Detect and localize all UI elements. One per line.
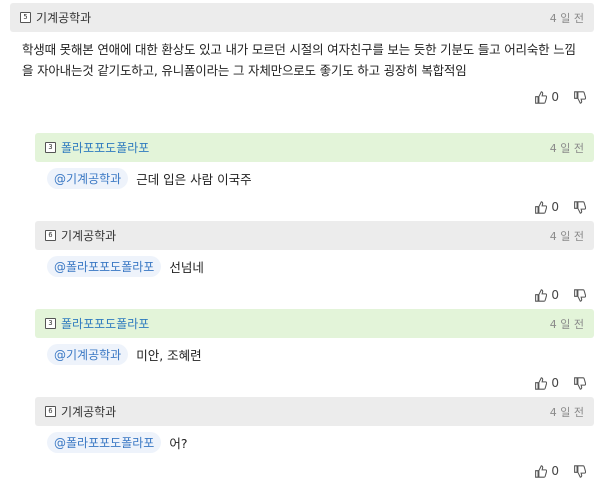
comment-actions: 0 bbox=[35, 461, 594, 481]
comment-actions: 0 bbox=[35, 373, 594, 393]
comment-header: 6 기계공학과 4 일 전 bbox=[35, 221, 594, 250]
author-name: 폴라포포도폴라포 bbox=[61, 141, 150, 155]
reply-text: 미안, 조혜련 bbox=[136, 348, 202, 363]
thumbs-up-icon bbox=[535, 376, 548, 390]
comment-time: 4 일 전 bbox=[549, 11, 584, 25]
thumbs-down-icon bbox=[574, 200, 586, 214]
dislike-button[interactable] bbox=[573, 464, 586, 478]
dislike-button[interactable] bbox=[573, 288, 586, 302]
level-badge-icon: 6 bbox=[45, 406, 56, 417]
thumbs-down-icon bbox=[574, 376, 586, 390]
comment-body: @기계공학과 미안, 조혜련 bbox=[35, 338, 594, 365]
comment-author[interactable]: 5 기계공학과 bbox=[20, 9, 91, 26]
root-comment: 5 기계공학과 4 일 전 학생때 못해본 연애에 대한 환상도 있고 내가 모… bbox=[10, 3, 594, 107]
comment-body: @기계공학과 근데 입은 사람 이국주 bbox=[35, 162, 594, 189]
comment-header: 3 폴라포포도폴라포 4 일 전 bbox=[35, 133, 594, 162]
level-badge-icon: 3 bbox=[45, 318, 56, 329]
like-count: 0 bbox=[551, 376, 559, 390]
thumbs-up-icon bbox=[535, 288, 548, 302]
comment-author[interactable]: 6 기계공학과 bbox=[45, 227, 116, 244]
comment-author[interactable]: 3 폴라포포도폴라포 bbox=[45, 315, 149, 332]
comment-body: @폴라포포도폴라포 선넘네 bbox=[35, 250, 594, 277]
comment-time: 4 일 전 bbox=[549, 317, 584, 331]
reply-comment: 6 기계공학과 4 일 전 @폴라포포도폴라포 어? 0 bbox=[35, 397, 594, 481]
level-badge-icon: 3 bbox=[45, 142, 56, 153]
like-button[interactable]: 0 bbox=[534, 288, 559, 302]
like-button[interactable]: 0 bbox=[534, 200, 559, 214]
thumbs-up-icon bbox=[535, 464, 548, 478]
reply-comment: 3 폴라포포도폴라포 4 일 전 @기계공학과 근데 입은 사람 이국주 0 bbox=[35, 133, 594, 217]
like-count: 0 bbox=[551, 288, 559, 302]
author-name: 기계공학과 bbox=[36, 11, 92, 25]
mention-tag[interactable]: @기계공학과 bbox=[47, 344, 129, 365]
thumbs-up-icon bbox=[535, 200, 548, 214]
like-button[interactable]: 0 bbox=[534, 464, 559, 478]
author-name: 기계공학과 bbox=[61, 405, 117, 419]
level-badge-icon: 5 bbox=[20, 12, 31, 23]
comment-header: 3 폴라포포도폴라포 4 일 전 bbox=[35, 309, 594, 338]
like-count: 0 bbox=[551, 464, 559, 478]
comment-actions: 0 bbox=[10, 87, 594, 107]
reply-text: 어? bbox=[169, 436, 188, 451]
dislike-button[interactable] bbox=[573, 90, 586, 104]
comment-header: 6 기계공학과 4 일 전 bbox=[35, 397, 594, 426]
comment-author[interactable]: 6 기계공학과 bbox=[45, 403, 116, 420]
reply-text: 근데 입은 사람 이국주 bbox=[136, 172, 252, 187]
thumbs-up-icon bbox=[535, 90, 548, 104]
comment-author[interactable]: 3 폴라포포도폴라포 bbox=[45, 139, 149, 156]
comment-body: 학생때 못해본 연애에 대한 환상도 있고 내가 모르던 시절의 여자친구를 보… bbox=[22, 42, 576, 78]
level-badge-icon: 6 bbox=[45, 230, 56, 241]
mention-tag[interactable]: @폴라포포도폴라포 bbox=[47, 432, 162, 453]
reply-comment: 3 폴라포포도폴라포 4 일 전 @기계공학과 미안, 조혜련 0 bbox=[35, 309, 594, 393]
like-button[interactable]: 0 bbox=[534, 376, 559, 390]
comment-header: 5 기계공학과 4 일 전 bbox=[10, 3, 594, 32]
like-button[interactable]: 0 bbox=[534, 90, 559, 104]
mention-tag[interactable]: @기계공학과 bbox=[47, 168, 129, 189]
comment-actions: 0 bbox=[35, 285, 594, 305]
comment-time: 4 일 전 bbox=[549, 229, 584, 243]
dislike-button[interactable] bbox=[573, 376, 586, 390]
thumbs-down-icon bbox=[574, 464, 586, 478]
comment-time: 4 일 전 bbox=[549, 141, 584, 155]
like-count: 0 bbox=[551, 200, 559, 214]
author-name: 폴라포포도폴라포 bbox=[61, 317, 150, 331]
comment-time: 4 일 전 bbox=[549, 405, 584, 419]
comment-actions: 0 bbox=[35, 197, 594, 217]
dislike-button[interactable] bbox=[573, 200, 586, 214]
mention-tag[interactable]: @폴라포포도폴라포 bbox=[47, 256, 162, 277]
reply-text: 선넘네 bbox=[169, 260, 204, 275]
reply-comment: 6 기계공학과 4 일 전 @폴라포포도폴라포 선넘네 0 bbox=[35, 221, 594, 305]
thumbs-down-icon bbox=[574, 288, 586, 302]
comment-body: @폴라포포도폴라포 어? bbox=[35, 426, 594, 453]
author-name: 기계공학과 bbox=[61, 229, 117, 243]
thumbs-down-icon bbox=[574, 90, 586, 104]
like-count: 0 bbox=[551, 90, 559, 104]
